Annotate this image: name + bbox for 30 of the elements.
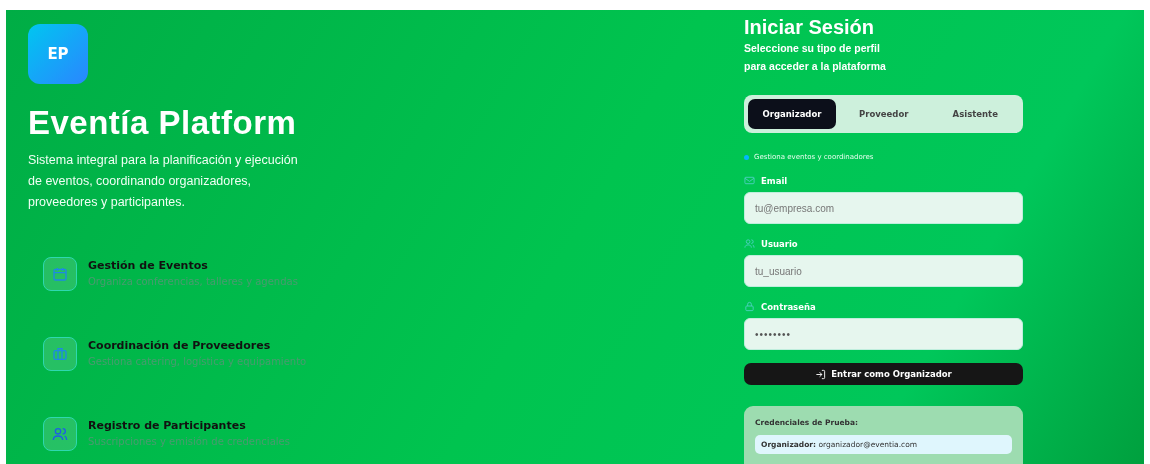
input-field[interactable]: tu@empresa.com: [744, 192, 1023, 224]
input-field[interactable]: tu_usuario: [744, 255, 1023, 287]
login-subtitle: Seleccione su tipo de perfil: [744, 41, 881, 56]
field-label: Email: [761, 175, 788, 186]
platform-title: Eventía Platform: [28, 104, 298, 142]
calendar-icon: [43, 257, 77, 291]
field-label: Contraseña: [761, 301, 816, 312]
feature-description: Gestiona catering, logística y equipamiento: [88, 356, 307, 367]
password-field[interactable]: ••••••••: [744, 318, 1023, 350]
logo: EP: [28, 24, 88, 84]
login-title: Iniciar Sesión: [744, 16, 876, 39]
hint-dot-icon: [744, 154, 749, 160]
sign-in-icon: [815, 368, 827, 380]
users-icon: [43, 417, 77, 451]
mail-icon: [744, 175, 755, 186]
profile-tab[interactable]: Asistente: [931, 99, 1019, 129]
field-label: Usuario: [761, 238, 798, 249]
feature-title: Gestión de Eventos: [88, 259, 209, 272]
profile-tab[interactable]: Proveedor: [840, 99, 928, 129]
platform-description: Sistema integral para la planificación y ejecución de eventos, coordinando organizadores, proveedores y participantes.: [28, 152, 299, 211]
login-subtitle: para acceder a la plataforma: [744, 59, 887, 74]
lock-icon: [744, 301, 755, 312]
login-button[interactable]: Entrar como Organizador: [744, 363, 1023, 385]
user-icon: [744, 238, 755, 249]
feature-title: Registro de Participantes: [88, 419, 247, 432]
profile-tab[interactable]: Organizador: [748, 99, 836, 129]
feature-title: Coordinación de Proveedores: [88, 339, 272, 352]
feature-description: Suscripciones y emisión de credenciales: [88, 436, 290, 447]
briefcase-icon: [43, 337, 77, 371]
feature-description: Organiza conferencias, talleres y agendas: [88, 276, 298, 287]
